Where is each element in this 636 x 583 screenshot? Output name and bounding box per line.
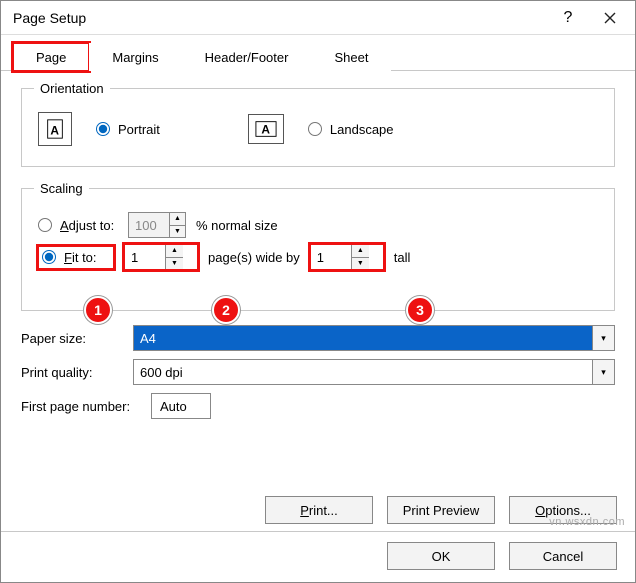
portrait-radio[interactable]: Portrait: [96, 122, 160, 137]
callout-2: 2: [212, 296, 240, 324]
print-button[interactable]: Print...: [265, 496, 373, 524]
adjust-to-suffix: % normal size: [196, 218, 278, 233]
titlebar: Page Setup ?: [1, 1, 635, 35]
print-quality-label: Print quality:: [21, 365, 127, 380]
fit-tall-label: tall: [394, 250, 411, 265]
first-page-input[interactable]: [151, 393, 211, 419]
window-title: Page Setup: [13, 10, 547, 26]
paper-size-value: A4: [134, 326, 592, 350]
print-button-label: rint...: [309, 503, 338, 518]
print-quality-row: Print quality: 600 dpi ▾: [21, 359, 615, 385]
orientation-group: Orientation A Portrait A Landscape: [21, 81, 615, 167]
fit-to-radio[interactable]: Fit to:: [38, 246, 114, 269]
print-quality-value: 600 dpi: [134, 360, 592, 384]
fit-wide-by-label: page(s) wide by: [208, 250, 300, 265]
first-page-label: First page number:: [21, 399, 145, 414]
paper-size-label: Paper size:: [21, 331, 127, 346]
cancel-button[interactable]: Cancel: [509, 542, 617, 570]
fit-tall-spinner[interactable]: ▲▼: [310, 244, 384, 270]
options-button[interactable]: Options...: [509, 496, 617, 524]
fit-wide-spinner[interactable]: ▲▼: [124, 244, 198, 270]
dialog-body: Orientation A Portrait A Landscape: [1, 71, 635, 419]
fit-wide-value[interactable]: [125, 245, 165, 269]
svg-text:A: A: [50, 124, 59, 138]
portrait-radio-input[interactable]: [96, 122, 110, 136]
callout-1: 1: [84, 296, 112, 324]
print-quality-select[interactable]: 600 dpi ▾: [133, 359, 615, 385]
close-icon: [604, 12, 616, 24]
adjust-to-radio-input[interactable]: [38, 218, 52, 232]
adjust-to-label: Adjust to:: [60, 218, 114, 233]
tab-page[interactable]: Page: [13, 43, 89, 71]
tab-header-footer[interactable]: Header/Footer: [182, 43, 312, 71]
tab-sheet[interactable]: Sheet: [311, 43, 391, 71]
print-preview-button[interactable]: Print Preview: [387, 496, 495, 524]
scaling-legend: Scaling: [34, 181, 89, 196]
orientation-legend: Orientation: [34, 81, 110, 96]
tab-margins[interactable]: Margins: [89, 43, 181, 71]
spinner-arrows[interactable]: ▲▼: [165, 245, 183, 269]
callout-3: 3: [406, 296, 434, 324]
help-button[interactable]: ?: [547, 3, 589, 33]
first-page-row: First page number:: [21, 393, 615, 419]
landscape-label: Landscape: [330, 122, 394, 137]
scaling-group: Scaling Adjust to: ▲▼ % normal size Fit …: [21, 181, 615, 311]
fit-to-label: Fit to:: [64, 250, 97, 265]
fit-to-radio-input[interactable]: [42, 250, 56, 264]
chevron-down-icon[interactable]: ▾: [592, 360, 614, 384]
landscape-icon: A: [248, 114, 284, 144]
tab-strip: Page Margins Header/Footer Sheet: [1, 39, 635, 71]
close-button[interactable]: [589, 3, 631, 33]
adjust-to-radio[interactable]: Adjust to:: [38, 218, 118, 233]
ok-button[interactable]: OK: [387, 542, 495, 570]
chevron-down-icon[interactable]: ▾: [592, 326, 614, 350]
paper-size-row: Paper size: A4 ▾: [21, 325, 615, 351]
spinner-arrows[interactable]: ▲▼: [169, 213, 185, 237]
fit-tall-value[interactable]: [311, 245, 351, 269]
adjust-to-spinner[interactable]: ▲▼: [128, 212, 186, 238]
landscape-radio[interactable]: Landscape: [308, 122, 394, 137]
action-buttons-row: Print... Print Preview Options...: [265, 496, 617, 524]
paper-size-select[interactable]: A4 ▾: [133, 325, 615, 351]
spinner-arrows[interactable]: ▲▼: [351, 245, 369, 269]
portrait-icon: A: [38, 112, 72, 146]
adjust-to-value[interactable]: [129, 213, 169, 237]
portrait-label: Portrait: [118, 122, 160, 137]
dialog-buttons-row: OK Cancel: [387, 530, 617, 570]
svg-text:A: A: [261, 123, 270, 137]
page-setup-dialog: Page Setup ? Page Margins Header/Footer …: [0, 0, 636, 583]
landscape-radio-input[interactable]: [308, 122, 322, 136]
